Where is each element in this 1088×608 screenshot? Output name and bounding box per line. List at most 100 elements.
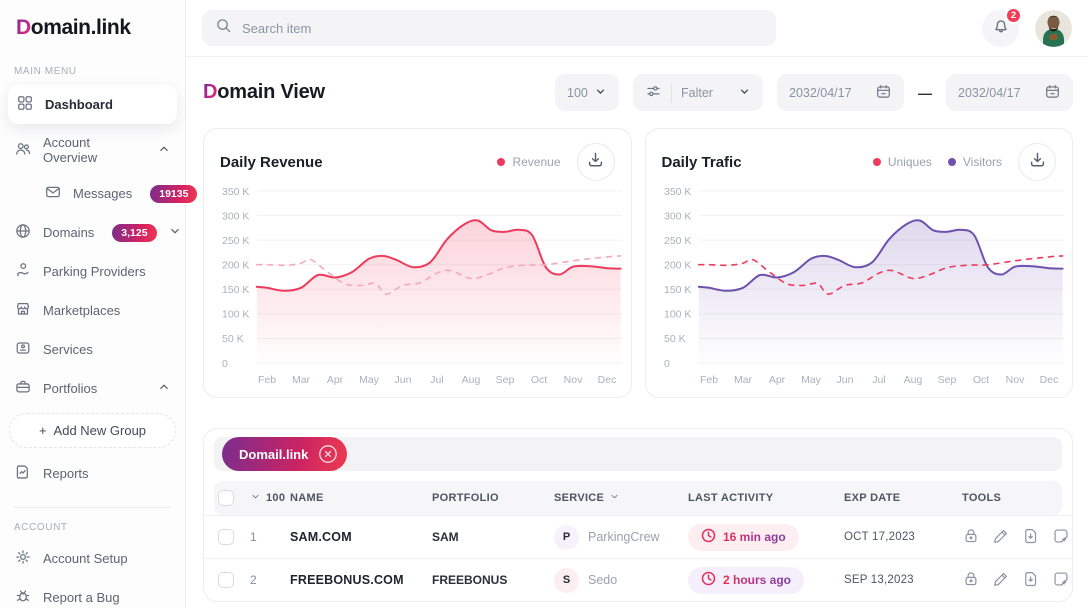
svg-text:200 K: 200 K xyxy=(222,260,249,272)
column-header-portfolio: PORTFOLIO xyxy=(432,492,554,504)
date-range-separator: — xyxy=(918,85,932,101)
svg-text:Aug: Aug xyxy=(903,374,922,386)
close-icon[interactable] xyxy=(317,443,339,465)
chevron-down-icon xyxy=(168,224,182,241)
exp-date: OCT 17,2023 xyxy=(844,531,962,543)
column-header-service-label: SERVICE xyxy=(554,492,604,504)
service-cell: S Sedo xyxy=(554,568,688,593)
clock-icon xyxy=(701,528,716,546)
svg-text:100 K: 100 K xyxy=(222,309,249,321)
sidebar-item-report-a-bug[interactable]: Report a Bug xyxy=(0,578,185,608)
sidebar-item-domains[interactable]: Domains 3,125 xyxy=(0,213,185,252)
sidebar-item-label: Report a Bug xyxy=(43,590,120,605)
svg-text:Jul: Jul xyxy=(430,374,443,386)
column-header-last-activity: LAST ACTIVITY xyxy=(688,492,844,504)
legend-item-visitors: Visitors xyxy=(948,155,1002,169)
row-count-label: 100 xyxy=(266,492,285,504)
page-size-value: 100 xyxy=(567,86,588,100)
domains-table-card: Domail.link 100 NAME PORTFOLIO SERVICE xyxy=(203,428,1073,602)
legend-item-revenue: Revenue xyxy=(497,155,560,169)
user-avatar[interactable] xyxy=(1035,10,1072,47)
daily-revenue-card: Daily Revenue Revenue 350 K300 K250 K200… xyxy=(203,128,632,398)
svg-text:50 K: 50 K xyxy=(222,333,244,345)
row-number: 2 xyxy=(250,573,290,587)
service-cell: P ParkingCrew xyxy=(554,525,688,550)
svg-text:150 K: 150 K xyxy=(222,284,249,296)
svg-text:300 K: 300 K xyxy=(222,210,249,222)
daily-trafic-chart: 350 K300 K250 K200 K150 K100 K50 K0FebMa… xyxy=(662,183,1066,389)
lock-icon[interactable] xyxy=(962,527,980,548)
domain-name: SAM.COM xyxy=(290,530,432,544)
edit-icon[interactable] xyxy=(992,570,1010,591)
filter-tag[interactable]: Domail.link xyxy=(222,437,347,471)
date-to-picker[interactable]: 2032/04/17 xyxy=(946,74,1073,111)
row-count-sort[interactable]: 100 xyxy=(250,491,290,505)
chart-title: Daily Revenue xyxy=(220,154,323,171)
column-header-service[interactable]: SERVICE xyxy=(554,491,688,505)
svg-text:Nov: Nov xyxy=(564,374,583,386)
sidebar-item-label: Services xyxy=(43,342,93,357)
notifications-button[interactable]: 2 xyxy=(982,10,1019,47)
sidebar-item-label: Account Setup xyxy=(43,551,128,566)
chart-header: Daily Revenue Revenue xyxy=(220,141,625,183)
chevron-down-icon xyxy=(250,491,261,505)
sidebar-item-services[interactable]: Services xyxy=(0,330,185,369)
add-new-group-label: Add New Group xyxy=(54,423,147,438)
svg-text:Nov: Nov xyxy=(1005,374,1024,386)
lock-icon[interactable] xyxy=(962,570,980,591)
sidebar-item-account-overview[interactable]: Account Overview xyxy=(0,126,185,174)
page-size-select[interactable]: 100 xyxy=(555,74,619,111)
bug-icon xyxy=(14,587,32,608)
add-new-group-button[interactable]: + Add New Group xyxy=(9,413,176,448)
calendar-icon xyxy=(875,83,892,103)
select-all-checkbox[interactable] xyxy=(218,490,234,506)
clock-icon xyxy=(701,571,716,589)
sidebar-item-parking-providers[interactable]: Parking Providers xyxy=(0,252,185,291)
sidebar-item-account-setup[interactable]: Account Setup xyxy=(0,539,185,578)
sidebar-item-marketplaces[interactable]: Marketplaces xyxy=(0,291,185,330)
svg-text:50 K: 50 K xyxy=(664,333,686,345)
main-area: 2 Domain View 100 xyxy=(186,0,1088,608)
column-header-name: NAME xyxy=(290,492,432,504)
sidebar-item-portfolios[interactable]: Portfolios xyxy=(0,369,185,408)
file-download-icon[interactable] xyxy=(1022,570,1040,591)
people-icon xyxy=(14,140,32,161)
add-note-icon[interactable] xyxy=(1052,570,1070,591)
last-activity-badge: 2 hours ago xyxy=(688,567,804,594)
last-activity-badge: 16 min ago xyxy=(688,524,799,551)
svg-text:0: 0 xyxy=(222,358,228,370)
edit-icon[interactable] xyxy=(992,527,1010,548)
search-input[interactable] xyxy=(242,21,763,36)
file-download-icon[interactable] xyxy=(1022,527,1040,548)
svg-text:Mar: Mar xyxy=(292,374,311,386)
date-to-value: 2032/04/17 xyxy=(958,86,1021,100)
table-header-row: 100 NAME PORTFOLIO SERVICE LAST ACTIVITY… xyxy=(214,481,1062,515)
date-from-picker[interactable]: 2032/04/17 xyxy=(777,74,904,111)
svg-text:May: May xyxy=(801,374,822,386)
table-row: 2 FREEBONUS.COM FREEBONUS S Sedo 2 hours… xyxy=(204,558,1072,601)
sidebar-item-dashboard[interactable]: Dashboard xyxy=(8,85,177,124)
page-title-accent: D xyxy=(203,81,217,103)
tools-cell xyxy=(962,527,1072,548)
sidebar-item-messages[interactable]: Messages 19135 xyxy=(0,174,185,213)
report-document-icon xyxy=(14,463,32,484)
add-note-icon[interactable] xyxy=(1052,527,1070,548)
filter-dropdown[interactable]: Falter xyxy=(633,74,763,111)
row-checkbox[interactable] xyxy=(218,572,234,588)
svg-text:250 K: 250 K xyxy=(664,235,691,247)
chevron-up-icon xyxy=(157,380,171,397)
svg-text:Feb: Feb xyxy=(699,374,717,386)
svg-text:Apr: Apr xyxy=(768,374,785,386)
download-chart-button[interactable] xyxy=(577,143,615,181)
sidebar-item-reports[interactable]: Reports xyxy=(0,454,185,493)
chevron-down-icon xyxy=(609,491,620,505)
daily-trafic-card: Daily Trafic Uniques Visitors xyxy=(645,128,1074,398)
briefcase-icon xyxy=(14,378,32,399)
search-icon xyxy=(215,17,233,40)
svg-text:Dec: Dec xyxy=(598,374,617,386)
legend-item-uniques: Uniques xyxy=(873,155,932,169)
search-bar xyxy=(202,10,776,46)
svg-text:200 K: 200 K xyxy=(664,260,691,272)
row-checkbox[interactable] xyxy=(218,529,234,545)
download-chart-button[interactable] xyxy=(1018,143,1056,181)
